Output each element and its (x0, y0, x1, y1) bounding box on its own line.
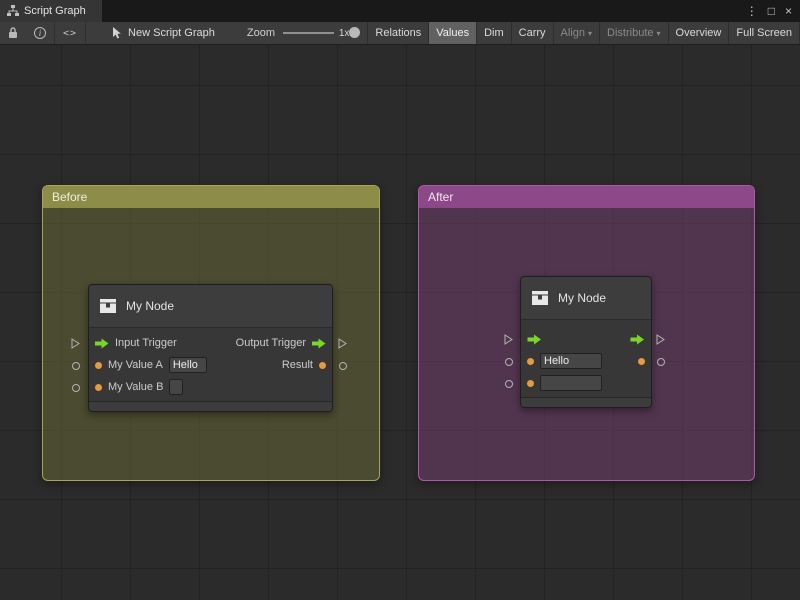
value-a-port-icon[interactable] (505, 358, 513, 366)
value-a-port-icon[interactable] (72, 362, 80, 370)
value-port-icon[interactable] (95, 362, 102, 369)
zoom-value: 1x (339, 28, 350, 39)
tab-title: Script Graph (24, 5, 86, 17)
chevron-down-icon: ▾ (588, 29, 592, 38)
full-screen-button[interactable]: Full Screen (728, 22, 800, 44)
input-trigger-label: Input Trigger (115, 337, 177, 349)
flow-arrow-icon[interactable] (312, 338, 326, 349)
toolbar: i <> New Script Graph Zoom 1x Relations … (0, 22, 800, 45)
node-icon (531, 290, 549, 306)
window-menu-icon[interactable]: ⋮ (746, 5, 758, 17)
toolbar-divider (85, 22, 86, 44)
carry-button[interactable]: Carry (511, 22, 553, 44)
output-trigger-port-icon[interactable] (338, 338, 347, 349)
node-my-node-before[interactable]: My Node Input Trigger Output Trigger (88, 284, 333, 412)
lock-icon[interactable] (0, 22, 26, 44)
result-port-icon[interactable] (339, 362, 347, 370)
close-icon[interactable]: × (785, 5, 792, 17)
flow-arrow-icon[interactable] (527, 334, 542, 345)
port-row (521, 372, 651, 394)
align-label: Align (561, 27, 585, 39)
input-trigger-port-icon[interactable] (504, 334, 513, 345)
node-header[interactable]: My Node (89, 285, 332, 328)
info-icon[interactable]: i (26, 22, 54, 44)
tab-bar: Script Graph ⋮ □ × (0, 0, 800, 22)
value-b-port-icon[interactable] (72, 384, 80, 392)
flow-arrow-icon[interactable] (95, 338, 109, 349)
value-port-icon[interactable] (527, 358, 534, 365)
new-script-graph-label: New Script Graph (128, 27, 215, 39)
group-after-header[interactable]: After (419, 186, 754, 208)
group-before-header[interactable]: Before (43, 186, 379, 208)
value-b-port-icon[interactable] (505, 380, 513, 388)
value-a-label: My Value A (108, 359, 163, 371)
info-circle: i (34, 27, 46, 39)
output-trigger-label: Output Trigger (236, 337, 306, 349)
value-a-field[interactable]: Hello (540, 353, 602, 369)
port-row: Hello (521, 350, 651, 372)
value-b-field[interactable] (169, 379, 183, 395)
script-graph-icon (7, 5, 19, 17)
zoom-slider-thumb[interactable] (349, 27, 360, 38)
node-header[interactable]: My Node (521, 277, 651, 320)
node-icon (99, 298, 117, 314)
graph-canvas[interactable]: Before After My Node (0, 45, 800, 600)
value-b-field[interactable] (540, 375, 602, 391)
zoom-slider[interactable] (283, 22, 334, 44)
toolbar-buttons: Relations Values Dim Carry Align ▾ Distr… (367, 22, 800, 44)
output-trigger-port-icon[interactable] (656, 334, 665, 345)
value-b-label: My Value B (108, 381, 163, 393)
script-graph-window: Script Graph ⋮ □ × i <> New Script Graph (0, 0, 800, 600)
node-body: Hello (521, 320, 651, 394)
result-label: Result (282, 359, 313, 371)
zoom-slider-track (283, 32, 334, 34)
tab-script-graph[interactable]: Script Graph (0, 0, 102, 22)
node-title: My Node (558, 291, 606, 305)
value-port-icon[interactable] (95, 384, 102, 391)
chevron-down-icon: ▾ (657, 29, 661, 38)
node-footer (89, 401, 332, 411)
code-icon[interactable]: <> (55, 22, 85, 44)
node-title: My Node (126, 299, 174, 313)
align-dropdown[interactable]: Align ▾ (553, 22, 599, 44)
port-row: Input Trigger Output Trigger (89, 332, 332, 354)
port-row (521, 328, 651, 350)
cursor-icon (112, 27, 122, 39)
input-trigger-port-icon[interactable] (71, 338, 80, 349)
zoom-label: Zoom (247, 27, 275, 39)
overview-button[interactable]: Overview (668, 22, 729, 44)
flow-arrow-icon[interactable] (630, 334, 645, 345)
node-footer (521, 397, 651, 407)
relations-button[interactable]: Relations (367, 22, 428, 44)
dim-button[interactable]: Dim (476, 22, 511, 44)
window-controls: ⋮ □ × (746, 0, 800, 22)
values-button[interactable]: Values (428, 22, 476, 44)
new-script-graph-button[interactable]: New Script Graph (112, 27, 215, 39)
value-port-icon[interactable] (527, 380, 534, 387)
node-body: Input Trigger Output Trigger My Value A … (89, 328, 332, 398)
value-a-field[interactable]: Hello (169, 357, 207, 373)
port-row: My Value B (89, 376, 332, 398)
maximize-icon[interactable]: □ (768, 5, 775, 17)
node-my-node-after[interactable]: My Node Hello (520, 276, 652, 408)
value-port-icon[interactable] (319, 362, 326, 369)
result-port-icon[interactable] (657, 358, 665, 366)
distribute-label: Distribute (607, 27, 653, 39)
value-port-icon[interactable] (638, 358, 645, 365)
port-row: My Value A Hello Result (89, 354, 332, 376)
distribute-dropdown[interactable]: Distribute ▾ (599, 22, 667, 44)
